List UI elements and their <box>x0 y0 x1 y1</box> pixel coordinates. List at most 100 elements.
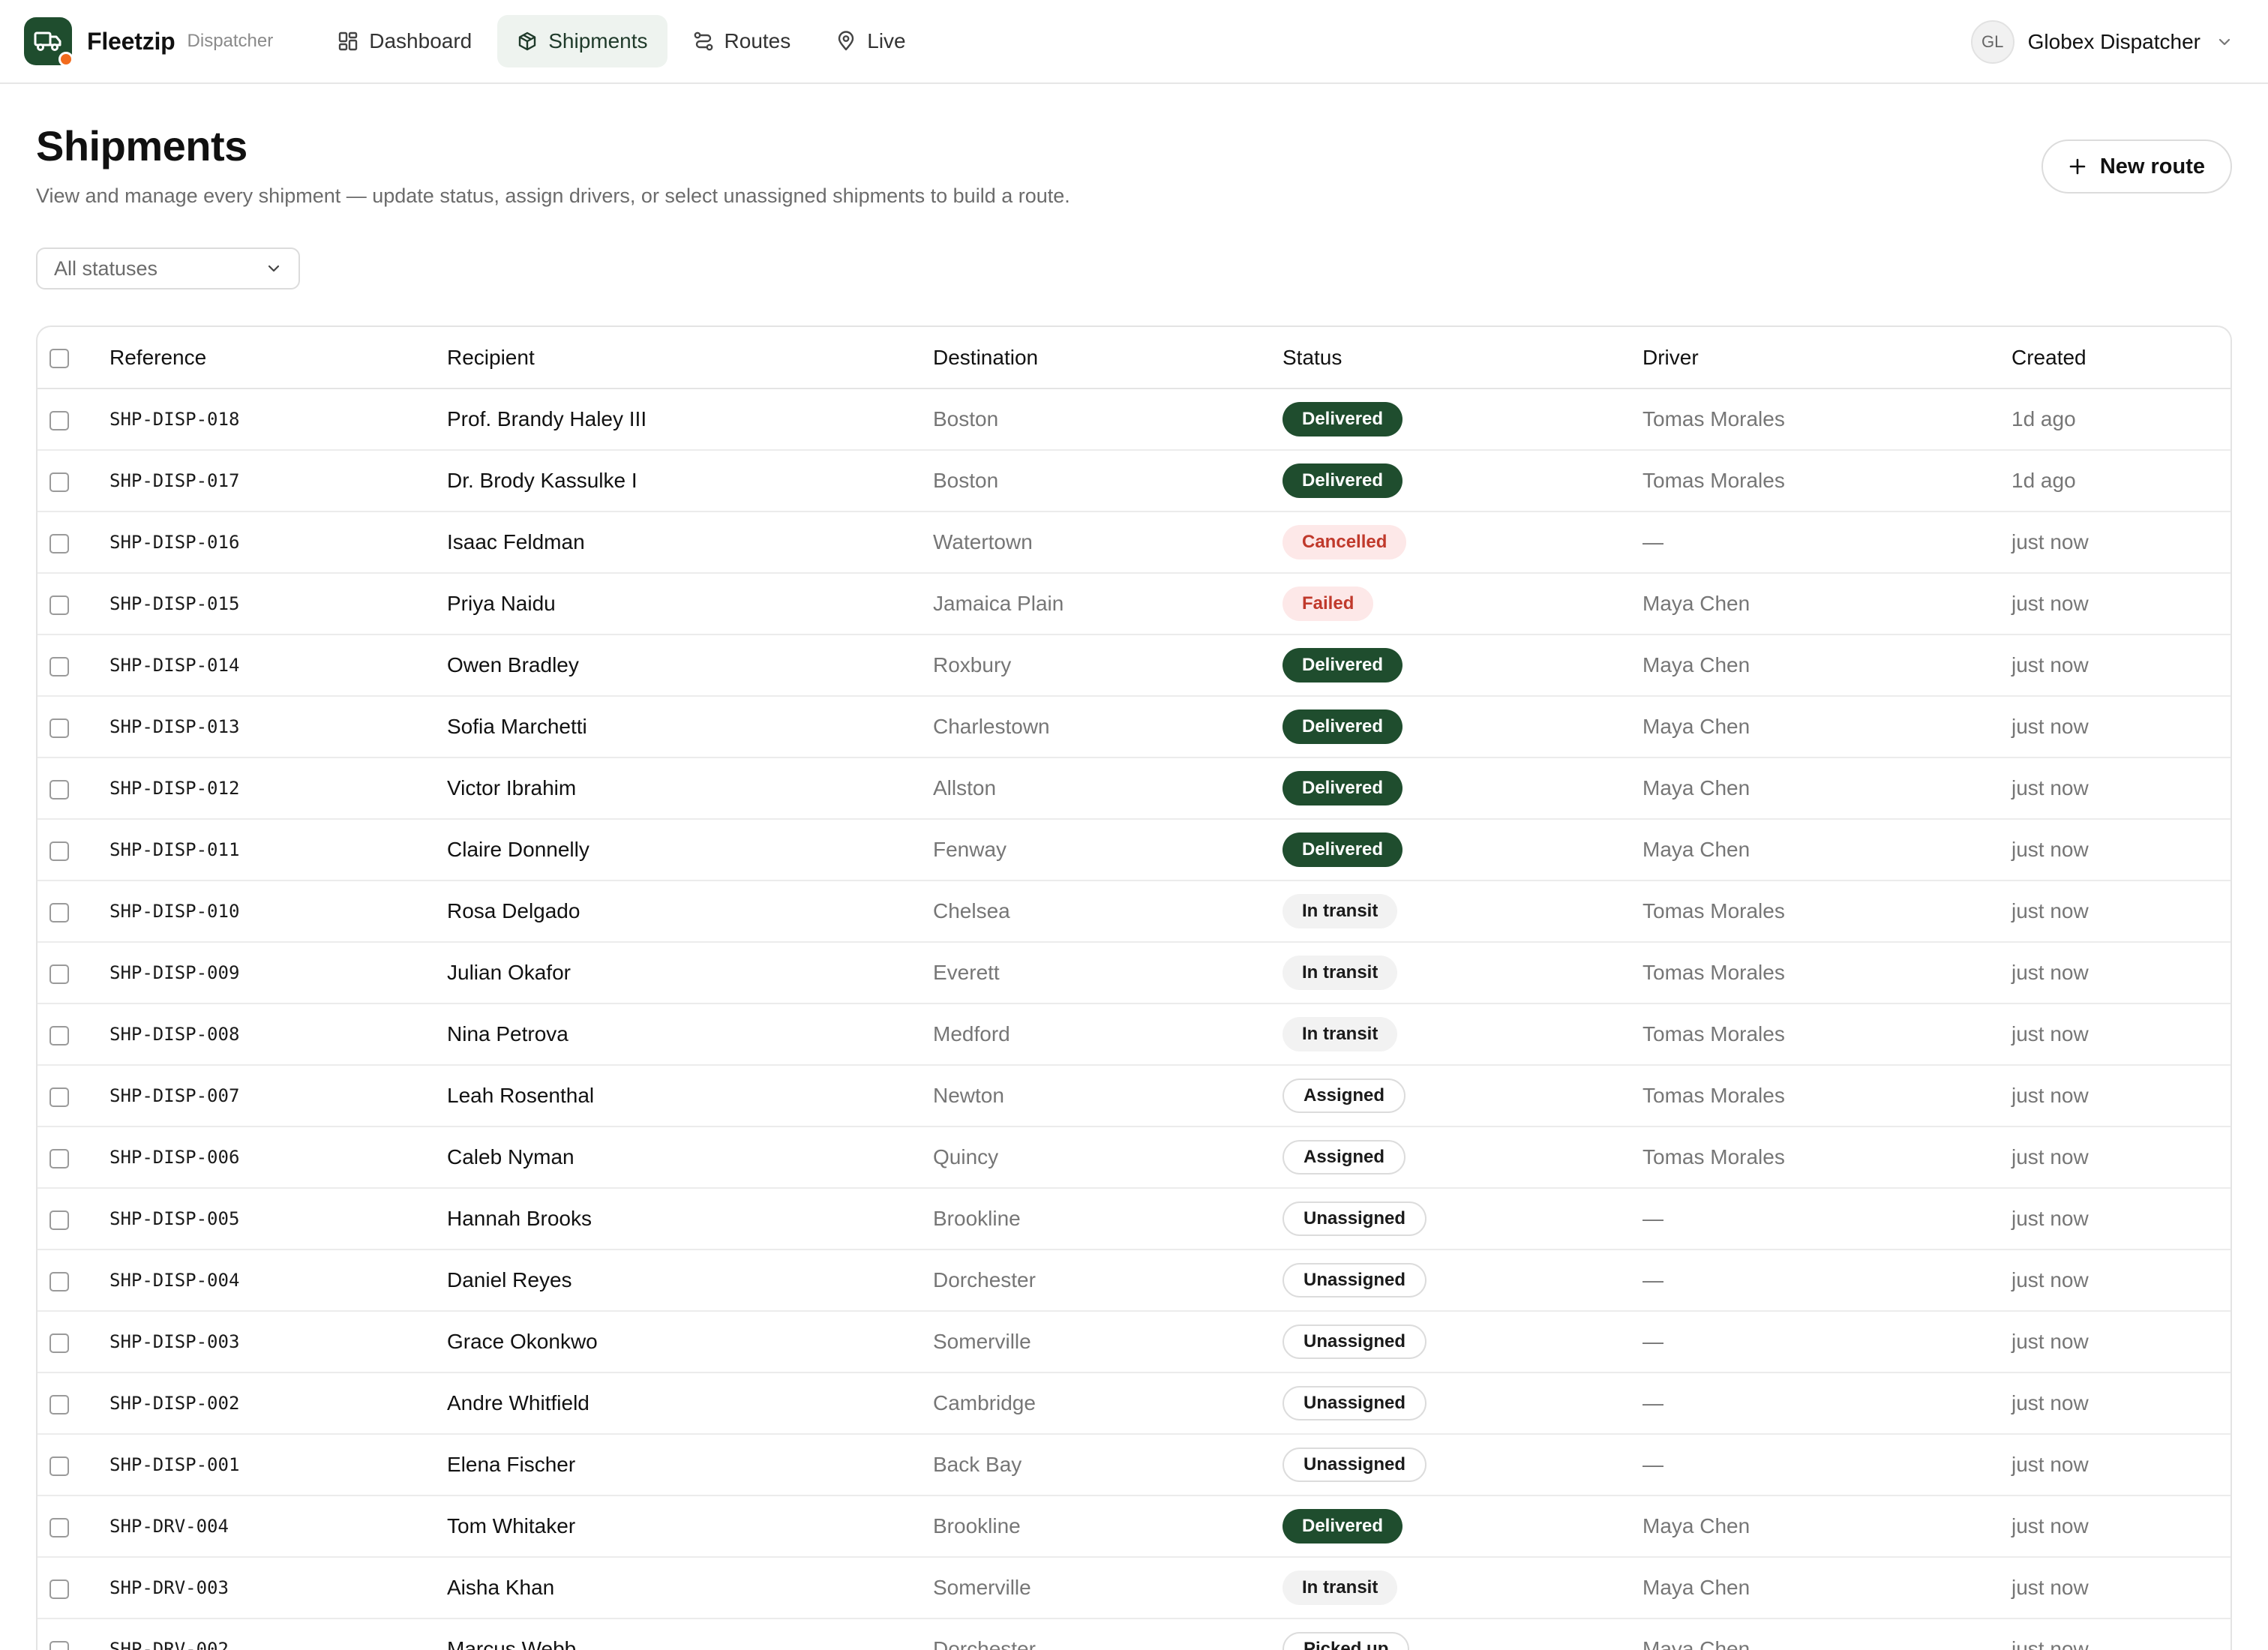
nav-dashboard[interactable]: Dashboard <box>318 15 491 68</box>
reference-cell[interactable]: SHP-DISP-018 <box>110 388 447 451</box>
status-badge[interactable]: In transit <box>1282 956 1398 990</box>
reference-cell[interactable]: SHP-DISP-006 <box>110 1126 447 1189</box>
status-badge[interactable]: Assigned <box>1282 1140 1406 1174</box>
column-header-created[interactable]: Created <box>2012 327 2230 389</box>
table-row[interactable]: SHP-DISP-001 Elena Fischer Back Bay Unassig… <box>38 1434 2230 1496</box>
reference-cell[interactable]: SHP-DISP-017 <box>110 450 447 512</box>
table-row[interactable]: SHP-DISP-005 Hannah Brooks Brookline Unassi… <box>38 1188 2230 1250</box>
row-checkbox[interactable] <box>50 1025 69 1046</box>
table-row[interactable]: SHP-DRV-002 Marcus Webb Dorchester Picked u… <box>38 1618 2230 1650</box>
status-badge[interactable]: Delivered <box>1282 402 1403 436</box>
status-filter-select[interactable]: All statuses <box>36 248 300 290</box>
status-badge[interactable]: Picked up <box>1282 1632 1410 1650</box>
nav-shipments[interactable]: Shipments <box>497 15 668 68</box>
status-badge[interactable]: In transit <box>1282 894 1398 928</box>
status-badge[interactable]: Assigned <box>1282 1078 1406 1113</box>
status-badge[interactable]: Delivered <box>1282 771 1403 806</box>
table-row[interactable]: SHP-DISP-003 Grace Okonkwo Somerville Unass… <box>38 1311 2230 1373</box>
reference-cell[interactable]: SHP-DISP-005 <box>110 1188 447 1250</box>
status-badge[interactable]: Delivered <box>1282 832 1403 867</box>
row-checkbox[interactable] <box>50 1087 69 1107</box>
truck-logo-icon <box>24 17 74 67</box>
table-row[interactable]: SHP-DRV-004 Tom Whitaker Brookline Delivere… <box>38 1496 2230 1558</box>
status-badge[interactable]: Delivered <box>1282 648 1403 682</box>
row-checkbox[interactable] <box>50 1333 69 1353</box>
row-checkbox[interactable] <box>50 718 69 738</box>
row-checkbox[interactable] <box>50 902 69 922</box>
nav-live[interactable]: Live <box>816 15 925 68</box>
table-row[interactable]: SHP-DISP-014 Owen Bradley Roxbury Delivered… <box>38 634 2230 697</box>
row-checkbox[interactable] <box>50 595 69 615</box>
reference-cell[interactable]: SHP-DISP-009 <box>110 942 447 1004</box>
reference-cell[interactable]: SHP-DISP-011 <box>110 819 447 881</box>
column-header-destination[interactable]: Destination <box>933 327 1282 389</box>
new-route-button[interactable]: New route <box>2041 140 2232 194</box>
table-row[interactable]: SHP-DISP-013 Sofia Marchetti Charlestown De… <box>38 696 2230 758</box>
table-row[interactable]: SHP-DISP-011 Claire Donnelly Fenway Deliver… <box>38 819 2230 881</box>
status-badge[interactable]: Delivered <box>1282 710 1403 744</box>
status-badge[interactable]: Delivered <box>1282 464 1403 498</box>
status-badge[interactable]: Unassigned <box>1282 1324 1427 1359</box>
table-row[interactable]: SHP-DISP-008 Nina Petrova Medford In transi… <box>38 1004 2230 1066</box>
status-badge[interactable]: In transit <box>1282 1017 1398 1052</box>
status-badge[interactable]: Unassigned <box>1282 1386 1427 1420</box>
reference-cell[interactable]: SHP-DISP-014 <box>110 634 447 697</box>
row-checkbox[interactable] <box>50 1579 69 1599</box>
reference-cell[interactable]: SHP-DISP-012 <box>110 758 447 820</box>
table-row[interactable]: SHP-DISP-004 Daniel Reyes Dorchester Unassi… <box>38 1250 2230 1312</box>
reference-cell[interactable]: SHP-DISP-013 <box>110 696 447 758</box>
reference-cell[interactable]: SHP-DISP-008 <box>110 1004 447 1066</box>
table-row[interactable]: SHP-DISP-015 Priya Naidu Jamaica Plain Fail… <box>38 573 2230 635</box>
table-row[interactable]: SHP-DISP-018 Prof. Brandy Haley III Boston… <box>38 388 2230 451</box>
reference-cell[interactable]: SHP-DISP-007 <box>110 1065 447 1127</box>
reference-cell[interactable]: SHP-DISP-002 <box>110 1372 447 1435</box>
reference-cell[interactable]: SHP-DRV-004 <box>110 1496 447 1558</box>
row-checkbox[interactable] <box>50 1394 69 1414</box>
row-checkbox[interactable] <box>50 964 69 984</box>
nav-routes[interactable]: Routes <box>674 15 811 68</box>
table-row[interactable]: SHP-DISP-007 Leah Rosenthal Newton Assigned… <box>38 1065 2230 1127</box>
reference-cell[interactable]: SHP-DISP-016 <box>110 512 447 574</box>
table-row[interactable]: SHP-DISP-016 Isaac Feldman Watertown Cancel… <box>38 512 2230 574</box>
table-row[interactable]: SHP-DISP-002 Andre Whitfield Cambridge Unas… <box>38 1372 2230 1435</box>
row-checkbox[interactable] <box>50 841 69 861</box>
table-row[interactable]: SHP-DISP-006 Caleb Nyman Quincy Assigned Tom… <box>38 1126 2230 1189</box>
reference-cell[interactable]: SHP-DISP-001 <box>110 1434 447 1496</box>
table-row[interactable]: SHP-DISP-012 Victor Ibrahim Allston Deliver… <box>38 758 2230 820</box>
brand[interactable]: Fleetzip Dispatcher <box>24 17 273 67</box>
status-badge[interactable]: Delivered <box>1282 1509 1403 1544</box>
reference-cell[interactable]: SHP-DRV-003 <box>110 1557 447 1619</box>
user-menu[interactable]: GL Globex Dispatcher <box>1970 20 2232 64</box>
status-badge[interactable]: In transit <box>1282 1570 1398 1605</box>
table-row[interactable]: SHP-DISP-009 Julian Okafor Everett In trans… <box>38 942 2230 1004</box>
row-checkbox[interactable] <box>50 1271 69 1292</box>
status-badge[interactable]: Unassigned <box>1282 1202 1427 1236</box>
column-header-driver[interactable]: Driver <box>1642 327 2012 389</box>
status-badge[interactable]: Failed <box>1282 586 1374 621</box>
column-header-recipient[interactable]: Recipient <box>447 327 933 389</box>
row-checkbox[interactable] <box>50 472 69 492</box>
row-checkbox[interactable] <box>50 1517 69 1538</box>
reference-cell[interactable]: SHP-DISP-003 <box>110 1311 447 1373</box>
status-badge[interactable]: Unassigned <box>1282 1263 1427 1298</box>
column-header-reference[interactable]: Reference <box>110 327 447 389</box>
row-checkbox[interactable] <box>50 410 69 430</box>
row-checkbox[interactable] <box>50 656 69 676</box>
table-row[interactable]: SHP-DRV-003 Aisha Khan Somerville In transi… <box>38 1557 2230 1619</box>
row-checkbox[interactable] <box>50 1210 69 1230</box>
column-header-status[interactable]: Status <box>1282 327 1642 389</box>
status-badge[interactable]: Unassigned <box>1282 1448 1427 1482</box>
row-checkbox[interactable] <box>50 1148 69 1168</box>
table-row[interactable]: SHP-DISP-010 Rosa Delgado Chelsea In transi… <box>38 880 2230 943</box>
reference-cell[interactable]: SHP-DRV-002 <box>110 1618 447 1650</box>
row-checkbox[interactable] <box>50 1456 69 1476</box>
table-row[interactable]: SHP-DISP-017 Dr. Brody Kassulke I Boston De… <box>38 450 2230 512</box>
reference-cell[interactable]: SHP-DISP-010 <box>110 880 447 943</box>
row-checkbox[interactable] <box>50 1640 69 1650</box>
select-all-checkbox[interactable] <box>50 349 69 369</box>
reference-cell[interactable]: SHP-DISP-015 <box>110 573 447 635</box>
status-badge[interactable]: Cancelled <box>1282 525 1407 560</box>
reference-cell[interactable]: SHP-DISP-004 <box>110 1250 447 1312</box>
row-checkbox[interactable] <box>50 533 69 554</box>
row-checkbox[interactable] <box>50 779 69 800</box>
